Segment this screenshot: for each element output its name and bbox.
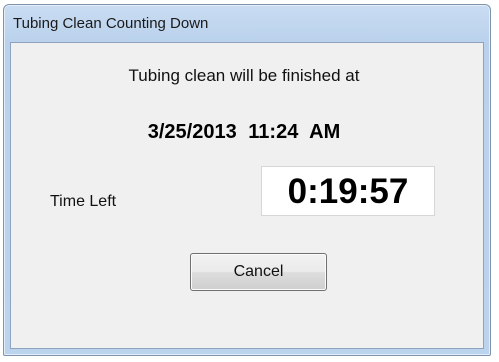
finish-message: Tubing clean will be finished at [128, 66, 360, 85]
window-title: Tubing Clean Counting Down [13, 15, 209, 32]
cancel-button[interactable]: Cancel [190, 253, 327, 291]
title-bar[interactable]: Tubing Clean Counting Down [4, 5, 490, 43]
time-left-label: Time Left [50, 193, 117, 210]
dialog-window: Tubing Clean Counting Down Tubing clean … [3, 4, 491, 356]
finish-datetime: 3/25/2013 11:24 AM [147, 121, 341, 143]
countdown-display: 0:19:57 [261, 166, 435, 216]
